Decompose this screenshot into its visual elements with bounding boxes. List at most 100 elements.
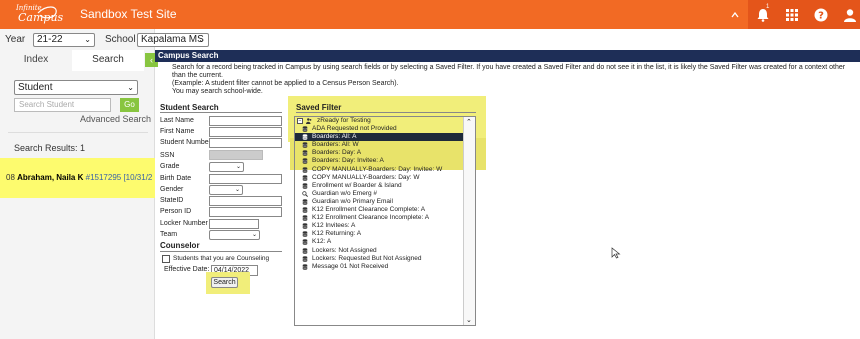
counseling-checkbox-label: Students that you are Counseling <box>173 255 270 262</box>
tab-search[interactable]: Search <box>72 50 144 71</box>
advanced-search-link[interactable]: Advanced Search <box>80 114 151 124</box>
page-title: Campus Search <box>155 50 860 62</box>
student-number-label: Student Number <box>160 139 211 146</box>
gender-select[interactable]: ⌄ <box>209 185 243 195</box>
year-select[interactable]: 21-22 ⌄ <box>33 33 95 47</box>
chevron-down-icon: ⌄ <box>198 35 205 44</box>
saved-filter-item-label: Boarders: Day: Invitee: A <box>312 157 384 165</box>
search-button[interactable]: Search <box>211 277 238 288</box>
saved-filter-item-label: Boarders: Day: A <box>312 149 362 157</box>
scrollbar[interactable]: ⌃ ⌄ <box>463 117 475 325</box>
birth-date-input[interactable] <box>209 174 282 184</box>
saved-filter-item-label: Boarders: All: W <box>312 141 359 149</box>
database-stack-icon <box>302 150 308 157</box>
instructions-line-3: You may search school-wide. <box>172 88 263 95</box>
divider <box>160 251 282 252</box>
filter-group-label: zReady for Testing <box>317 117 371 124</box>
app-switcher-grid-icon[interactable] <box>777 0 807 29</box>
saved-filter-item-label: ADA Requested not Provided <box>312 125 397 133</box>
saved-filter-heading: Saved Filter <box>296 103 342 112</box>
help-icon[interactable]: ? <box>806 0 836 29</box>
site-title: Sandbox Test Site <box>80 7 177 21</box>
search-result-row[interactable]: 08 Abraham, Naila K #1517295 [10/31/2 <box>0 158 155 198</box>
saved-filter-item[interactable]: Lockers: Not Assigned <box>295 247 463 255</box>
saved-filter-item[interactable]: Boarders: All: A <box>295 133 463 142</box>
database-stack-icon <box>302 247 308 254</box>
chevron-down-icon: ⌄ <box>251 232 257 238</box>
team-select[interactable]: ⌄ <box>209 230 260 240</box>
go-button[interactable]: Go <box>120 98 139 112</box>
database-stack-icon <box>302 174 308 181</box>
grade-select[interactable]: ⌄ <box>209 162 244 172</box>
birth-date-label: Birth Date <box>160 175 192 182</box>
counselor-heading: Counselor <box>160 241 200 250</box>
first-name-input[interactable] <box>209 127 282 137</box>
saved-filter-item[interactable]: Guardian w/o Emerg # <box>295 190 463 198</box>
saved-filter-item[interactable]: Boarders: All: W <box>295 141 463 149</box>
year-label: Year <box>5 34 26 45</box>
database-stack-icon <box>302 215 308 221</box>
database-stack-icon <box>302 263 308 270</box>
query-magnifier-icon <box>302 191 308 197</box>
saved-filter-item[interactable]: K12 Returning: A <box>295 230 463 238</box>
instructions-line-1: Search for a record being tracked in Cam… <box>172 64 846 79</box>
panel-tabs: Index Search <box>0 50 155 71</box>
mouse-cursor-icon <box>611 247 621 259</box>
filter-group[interactable]: − zReady for Testing <box>295 117 463 125</box>
instructions-line-2: (Example: A student filter cannot be app… <box>172 80 399 87</box>
locker-number-input[interactable] <box>209 219 259 229</box>
database-stack-icon <box>302 182 308 189</box>
notifications-bell-icon[interactable]: 1 <box>748 0 778 29</box>
saved-filter-item[interactable]: COPY MANUALLY-Boarders: Day: Invitee: W <box>295 166 463 174</box>
divider <box>296 112 476 113</box>
counseling-checkbox[interactable] <box>162 255 170 263</box>
instructions: Search for a record being tracked in Cam… <box>172 64 852 96</box>
saved-filter-item[interactable]: K12: A <box>295 238 463 246</box>
result-id: #1517295 <box>85 173 122 182</box>
scroll-up-icon[interactable]: ⌃ <box>466 118 472 126</box>
user-account-icon[interactable] <box>835 0 860 29</box>
campus-logo[interactable]: Infinite Campus <box>12 3 63 25</box>
database-stack-icon <box>302 166 308 173</box>
search-student-input[interactable]: Search Student <box>14 98 111 112</box>
effective-date-label: Effective Date: <box>164 266 210 273</box>
database-stack-icon <box>302 207 308 213</box>
context-bar: Year 21-22 ⌄ School <box>0 29 155 49</box>
person-id-input[interactable] <box>209 207 282 217</box>
saved-filter-item[interactable]: COPY MANUALLY-Boarders: Day: W <box>295 174 463 182</box>
saved-filter-item-label: Enrollment w/ Boarder & Island <box>312 181 402 189</box>
saved-filter-item[interactable]: K12 Enrollment Clearance Incomplete: A <box>295 214 463 222</box>
school-value: Kapalama MS <box>141 34 204 45</box>
saved-filter-item[interactable]: Guardian w/o Primary Email <box>295 198 463 206</box>
svg-text:?: ? <box>818 10 824 21</box>
database-stack-icon <box>302 142 308 149</box>
group-people-icon <box>306 118 312 124</box>
saved-filter-item-label: Boarders: All: A <box>312 133 357 141</box>
chevron-down-icon: ⌄ <box>127 83 134 92</box>
scroll-down-icon[interactable]: ⌄ <box>466 316 472 324</box>
saved-filter-item[interactable]: Boarders: Day: A <box>295 149 463 157</box>
saved-filter-item[interactable]: Message 01 Not Received <box>295 263 463 271</box>
gender-label: Gender <box>160 186 184 193</box>
saved-filter-item-label: Guardian w/o Emerg # <box>312 189 378 197</box>
collapse-caret-icon[interactable] <box>720 0 750 29</box>
chevron-down-icon: ⌄ <box>234 187 240 193</box>
state-id-input[interactable] <box>209 196 282 206</box>
collapse-minus-icon[interactable]: − <box>297 118 303 124</box>
chevron-down-icon: ⌄ <box>84 35 91 44</box>
saved-filter-item[interactable]: K12 Enrollment Clearance Complete: A <box>295 206 463 214</box>
last-name-input[interactable] <box>209 116 282 126</box>
saved-filter-item[interactable]: Enrollment w/ Boarder & Island <box>295 182 463 190</box>
tab-index[interactable]: Index <box>0 50 72 71</box>
saved-filter-item[interactable]: K12 Invitees: A <box>295 222 463 230</box>
team-label: Team <box>160 231 178 238</box>
student-number-input[interactable] <box>209 138 282 148</box>
database-stack-icon <box>302 239 308 246</box>
saved-filter-item[interactable]: Lockers: Requested But Not Assigned <box>295 255 463 263</box>
saved-filter-item[interactable]: Boarders: Day: Invitee: A <box>295 157 463 165</box>
search-type-select[interactable]: Student ⌄ <box>14 80 138 95</box>
school-select[interactable]: Kapalama MS ⌄ <box>137 33 209 47</box>
saved-filter-list[interactable]: − zReady for Testing ADA Requested not P… <box>294 116 476 326</box>
saved-filter-item[interactable]: ADA Requested not Provided <box>295 125 463 133</box>
saved-filter-item-label: K12 Returning: A <box>312 230 362 238</box>
